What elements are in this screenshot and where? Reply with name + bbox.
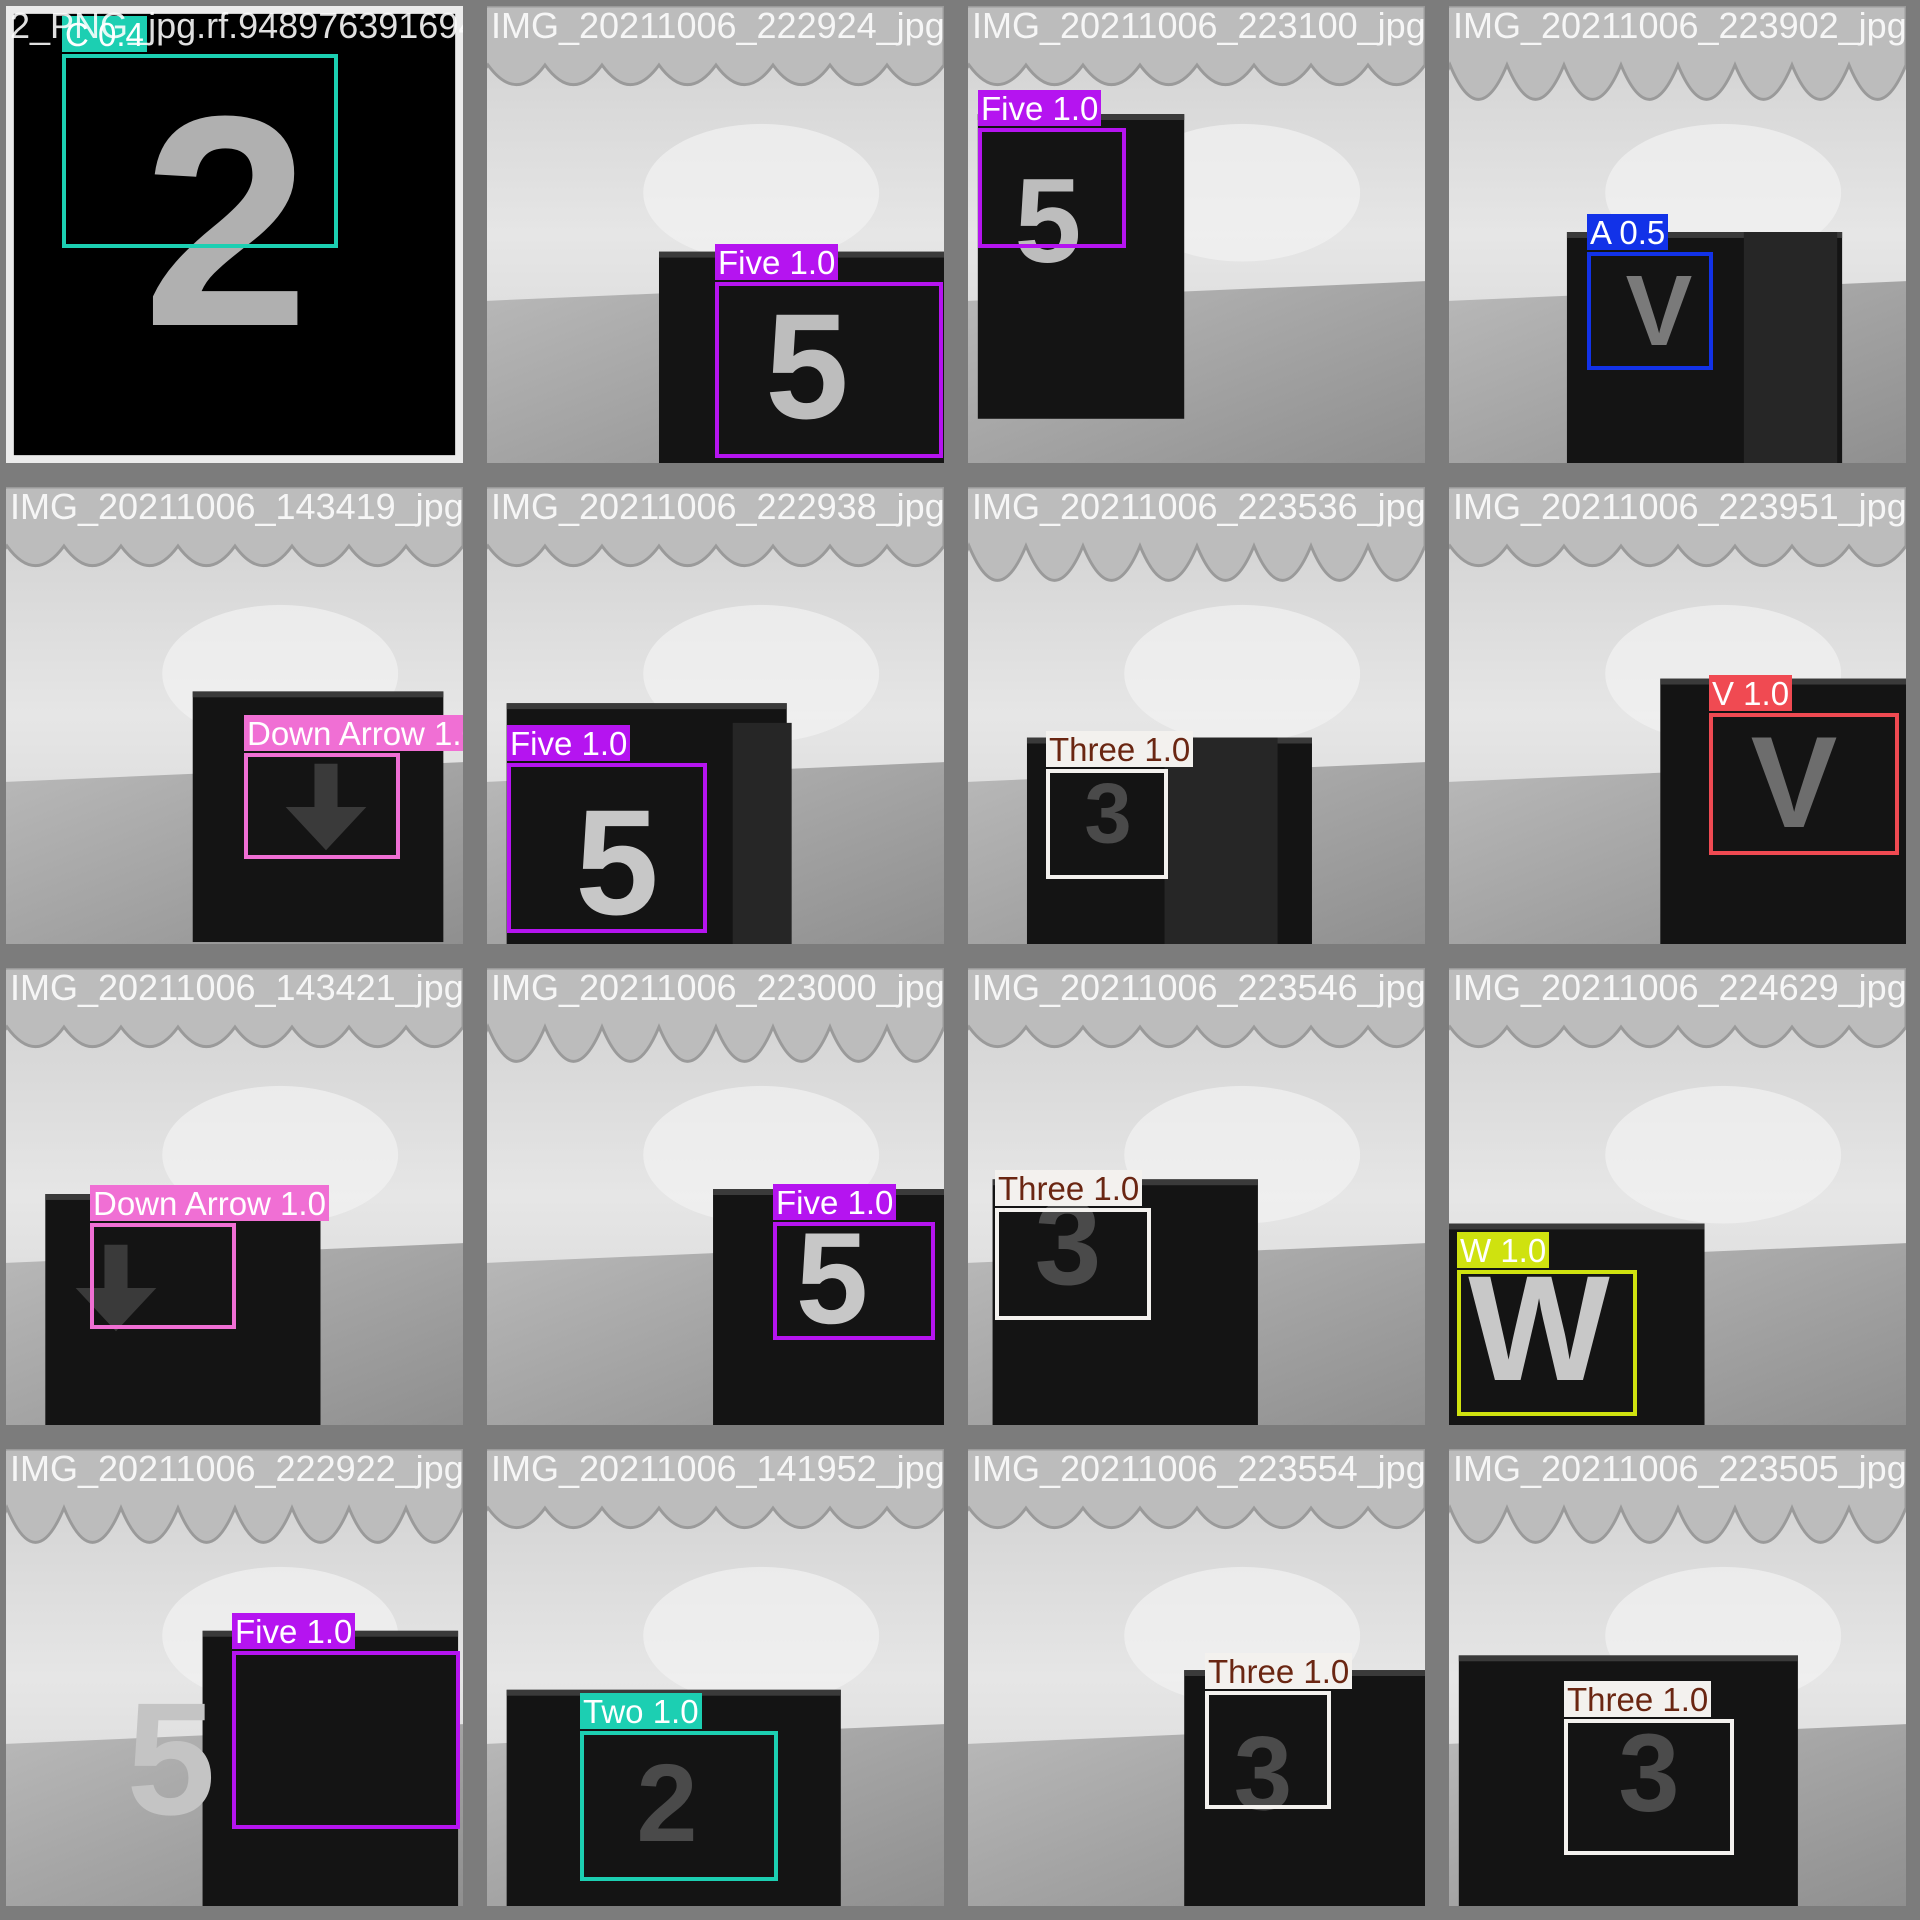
detection-label: Three 1.0 — [995, 1170, 1143, 1206]
detection-box — [978, 128, 1126, 248]
mosaic-tile: 5 Five 1.0 IMG_20211006_222922_jpg — [2, 1445, 467, 1910]
detection-box — [244, 753, 400, 859]
mosaic-tile: Down Arrow 1.0 IMG_20211006_143419_jpg — [2, 483, 467, 948]
detection-box — [773, 1222, 935, 1340]
detection-box — [1564, 1719, 1734, 1855]
detection-label: Two 1.0 — [580, 1693, 702, 1729]
detection-label: W 1.0 — [1457, 1232, 1550, 1268]
detection-mosaic: 2C 0.42_PNG_jpg.rf.948976391694f1dec74a7… — [0, 0, 1920, 1920]
detection-label: Three 1.0 — [1564, 1681, 1712, 1717]
detection-box — [580, 1731, 778, 1881]
mosaic-tile: 3 Three 1.0 IMG_20211006_223505_jpg — [1445, 1445, 1910, 1910]
detection-label: C 0.4 — [62, 16, 147, 52]
detection-label: Three 1.0 — [1046, 731, 1194, 767]
detection-box — [1587, 252, 1713, 370]
mosaic-tile: Down Arrow 1.0 IMG_20211006_143421_jpg — [2, 964, 467, 1429]
mosaic-tile: WW 1.0 IMG_20211006_224629_jpg — [1445, 964, 1910, 1429]
mosaic-tile: 3 Three 1.0 IMG_20211006_223554_jpg — [964, 1445, 1429, 1910]
mosaic-tile: 5 Five 1.0 IMG_20211006_222938_jpg — [483, 483, 948, 948]
detection-box — [1457, 1270, 1637, 1416]
detection-label: Five 1.0 — [978, 90, 1102, 126]
detection-box — [1709, 713, 1899, 855]
glyph-on-card: 5 — [126, 1669, 216, 1848]
detection-box — [1046, 769, 1168, 879]
mosaic-tile: 5 Five 1.0 IMG_20211006_223100_jpg — [964, 2, 1429, 467]
mosaic-tile: 5 Five 1.0 IMG_20211006_223000_jpg — [483, 964, 948, 1429]
detection-label: Down Arrow 1.0 — [244, 715, 463, 751]
detection-label: Five 1.0 — [507, 725, 631, 761]
mosaic-tile: VA 0.5 IMG_20211006_223902_jpg — [1445, 2, 1910, 467]
detection-box — [1205, 1691, 1331, 1809]
detection-label: A 0.5 — [1587, 214, 1669, 250]
detection-box — [62, 54, 338, 248]
detection-box — [507, 763, 707, 933]
detection-label: Five 1.0 — [773, 1184, 897, 1220]
mosaic-tile: 2C 0.42_PNG_jpg.rf.948976391694f1dec74a7… — [2, 2, 467, 467]
detection-label: Down Arrow 1.0 — [90, 1185, 329, 1221]
mosaic-tile: 3 Three 1.0 IMG_20211006_223536_jpg — [964, 483, 1429, 948]
mosaic-tile: 2 Two 1.0 IMG_20211006_141952_jpg — [483, 1445, 948, 1910]
detection-box — [715, 282, 943, 458]
mosaic-tile: VV 1.0 IMG_20211006_223951_jpg — [1445, 483, 1910, 948]
detection-box — [232, 1651, 460, 1829]
detection-label: Five 1.0 — [232, 1613, 356, 1649]
detection-box — [90, 1223, 236, 1329]
photo-scene — [968, 487, 1425, 944]
photo-scene — [1449, 6, 1906, 463]
detection-label: Three 1.0 — [1205, 1653, 1353, 1689]
detection-label: Five 1.0 — [715, 244, 839, 280]
detection-label: V 1.0 — [1709, 675, 1793, 711]
mosaic-tile: 3 Three 1.0 IMG_20211006_223546_jpg — [964, 964, 1429, 1429]
photo-scene — [968, 1449, 1425, 1906]
mosaic-tile: 5 Five 1.0 IMG_20211006_222924_jpg — [483, 2, 948, 467]
detection-box — [995, 1208, 1151, 1320]
